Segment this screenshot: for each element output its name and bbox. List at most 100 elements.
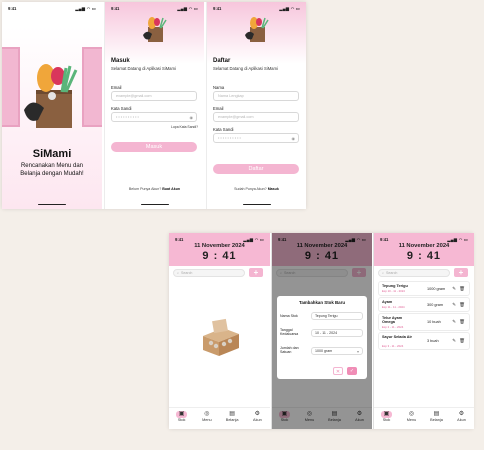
name-placeholder: Nama Lengkap <box>218 94 244 98</box>
stock-name-label: Nama Stok <box>280 314 298 318</box>
register-button[interactable]: Daftar <box>213 164 299 174</box>
name-field[interactable]: Nama Lengkap <box>213 91 299 101</box>
stock-item-qty: 300 gram <box>427 303 444 307</box>
register-screen: 9:41 ▂▄▆ ◠ ▭ Daftar Selamat Datang di Apl… <box>206 2 306 209</box>
app-header: 9:41 ▂▄▆ ◠ ▭ 11 November 2024 9 : 41 <box>169 233 270 266</box>
empty-box-illustration <box>197 318 243 363</box>
add-stock-dialog: Tambahkan Stok Baru Nama Stok Tepung Ter… <box>277 296 367 379</box>
header-date: 11 November 2024 <box>398 243 450 249</box>
amount-field[interactable]: 1000 gram ▾ <box>311 347 363 355</box>
status-time: 9:41 <box>175 236 184 242</box>
add-stock-screen: 9:41 ▂▄▆ ◠ ▭ 11 November 2024 9 : 41 ⌕ Sea… <box>271 233 372 429</box>
eye-icon[interactable]: ◉ <box>190 115 194 120</box>
login-subtitle: Selamat Datang di Aplikasi SiMami <box>111 66 176 71</box>
search-input[interactable]: ⌕ Search <box>378 269 450 277</box>
stock-screens-panel: 9:41 ▂▄▆ ◠ ▭ 11 November 2024 9 : 41 ⌕ Sea… <box>169 233 474 429</box>
cart-icon: ▤ <box>229 411 235 417</box>
door-right-graphic <box>82 47 102 127</box>
password-label: Kata Sandi <box>213 127 234 132</box>
nav-belanja[interactable]: ▤ Belanja <box>221 411 243 422</box>
nav-menu[interactable]: ◎ Menu <box>401 411 423 422</box>
register-footer-text: Sudah Punya Akun? <box>234 187 267 191</box>
stock-item-name: Telur Ayam Omega <box>382 316 403 325</box>
edit-delete-icon[interactable]: ✎ 🗑 <box>452 302 466 308</box>
search-icon: ⌕ <box>177 271 180 275</box>
edit-delete-icon[interactable]: ✎ 🗑 <box>452 319 466 325</box>
nav-akun[interactable]: ⚙ Akun <box>451 411 473 422</box>
edit-delete-icon[interactable]: ✎ 🗑 <box>452 286 466 292</box>
box-icon: ▣ <box>380 411 393 418</box>
status-time: 9:41 <box>111 5 120 11</box>
grocery-bag-illustration <box>22 62 82 132</box>
menu-icon: ◎ <box>408 411 415 417</box>
nav-stok[interactable]: ▣ Stok <box>376 411 398 422</box>
password-field[interactable]: • • • • • • • • • • ◉ <box>111 112 197 122</box>
nav-akun[interactable]: ⚙ Akun <box>246 411 268 422</box>
search-placeholder: Search <box>386 271 398 275</box>
stock-item[interactable]: Telur Ayam Omega Exp 2 - 11 - 2024 10 bu… <box>378 313 470 331</box>
gear-icon: ⚙ <box>254 411 261 417</box>
status-bar: 9:41 ▂▄▆ ◠ ▭ <box>8 5 96 11</box>
app-name: SiMami <box>32 148 72 160</box>
register-title: Daftar <box>213 58 231 64</box>
stock-item-qty: 3 buah <box>427 339 439 343</box>
search-icon: ⌕ <box>382 271 385 275</box>
stock-item-name: Ayam <box>382 300 393 304</box>
stock-name-value: Tepung Terigu <box>315 314 338 318</box>
expiry-date-value: 10 - 11 - 2024 <box>315 331 338 335</box>
tagline-line1: Rencanakan Menu dan <box>20 163 84 169</box>
amount-value: 1000 gram <box>315 349 333 353</box>
expiry-date-field[interactable]: 10 - 11 - 2024 <box>311 329 363 337</box>
nav-menu[interactable]: ◎ Menu <box>196 411 218 422</box>
stock-name-field[interactable]: Tepung Terigu <box>311 312 363 320</box>
stock-item-name: Tepung Terigu <box>382 284 408 288</box>
password-label: Kata Sandi <box>111 106 132 111</box>
eye-icon[interactable]: ◉ <box>292 136 296 141</box>
expiry-date-label: Tanggal Kedaluarsa <box>280 328 299 337</box>
add-stock-button[interactable]: + <box>249 268 263 277</box>
menu-icon: ◎ <box>204 411 210 417</box>
gear-icon: ⚙ <box>458 411 465 417</box>
login-screen: 9:41 ▂▄▆ ◠ ▭ Masuk Selamat Datang di Apli… <box>104 2 204 209</box>
password-field[interactable]: • • • • • • • • • • ◉ <box>213 133 299 143</box>
grocery-bag-small-illustration <box>245 16 269 49</box>
bottom-nav: ▣ Stok ◎ Menu ▤ Belanja ⚙ Akun <box>374 407 474 429</box>
login-footer: Belum Punya Akun? Buat Akun <box>105 187 204 191</box>
nav-label: Akun <box>457 418 466 422</box>
forgot-password-link[interactable]: Lupa Kata Sandi? <box>171 125 198 129</box>
stock-item[interactable]: Tepung Terigu Exp 10 - 11 - 2024 1000 gr… <box>378 281 470 296</box>
chevron-down-icon[interactable]: ▾ <box>357 349 359 354</box>
header-date: 11 November 2024 <box>194 243 245 249</box>
login-button[interactable]: Masuk <box>111 142 197 152</box>
status-time: 9:41 <box>213 5 222 11</box>
splash-screen: 9:41 ▂▄▆ ◠ ▭ SiMami Rencanakan Menu dan B… <box>2 2 102 209</box>
nav-stok[interactable]: ▣ Stok <box>171 411 193 422</box>
login-title: Masuk <box>111 58 130 64</box>
home-indicator <box>38 203 66 205</box>
status-bar: 9:41 ▂▄▆ ◠ ▭ <box>175 236 264 242</box>
email-field[interactable]: example@gmail.com <box>213 112 299 122</box>
email-field[interactable]: example@gmail.com <box>111 91 197 101</box>
register-subtitle: Selamat Datang di Aplikasi SiMami <box>213 66 278 71</box>
search-input[interactable]: ⌕ Search <box>173 269 245 277</box>
nav-label: Stok <box>382 418 391 422</box>
header-time: 9 : 41 <box>202 250 237 262</box>
register-footer: Sudah Punya Akun? Masuk <box>207 187 306 191</box>
app-header: 9:41 ▂▄▆ ◠ ▭ 11 November 2024 9 : 41 <box>374 233 474 266</box>
status-bar: 9:41 ▂▄▆ ◠ ▭ <box>213 5 300 11</box>
edit-delete-icon[interactable]: ✎ 🗑 <box>452 338 466 344</box>
add-stock-button[interactable]: + <box>454 268 468 277</box>
stock-list-screen: 9:41 ▂▄▆ ◠ ▭ 11 November 2024 9 : 41 ⌕ Sea… <box>373 233 474 429</box>
create-account-link[interactable]: Buat Akun <box>162 187 180 191</box>
confirm-button[interactable]: ✓ <box>347 367 357 375</box>
login-link[interactable]: Masuk <box>268 187 279 191</box>
stock-item[interactable]: Sayur Selada Air Exp 3 - 11 - 2024 3 bua… <box>378 332 470 350</box>
dialog-title: Tambahkan Stok Baru <box>298 300 346 305</box>
name-label: Nama <box>213 85 225 90</box>
stock-item-expiry: Exp 11 - 11 - 2024 <box>382 305 405 309</box>
cancel-button[interactable]: ✕ <box>333 367 343 375</box>
stock-empty-screen: 9:41 ▂▄▆ ◠ ▭ 11 November 2024 9 : 41 ⌕ Sea… <box>169 233 270 429</box>
nav-belanja[interactable]: ▤ Belanja <box>426 411 448 422</box>
cart-icon: ▤ <box>433 411 440 417</box>
stock-item[interactable]: Ayam Exp 11 - 11 - 2024 300 gram ✎ 🗑 <box>378 297 470 312</box>
